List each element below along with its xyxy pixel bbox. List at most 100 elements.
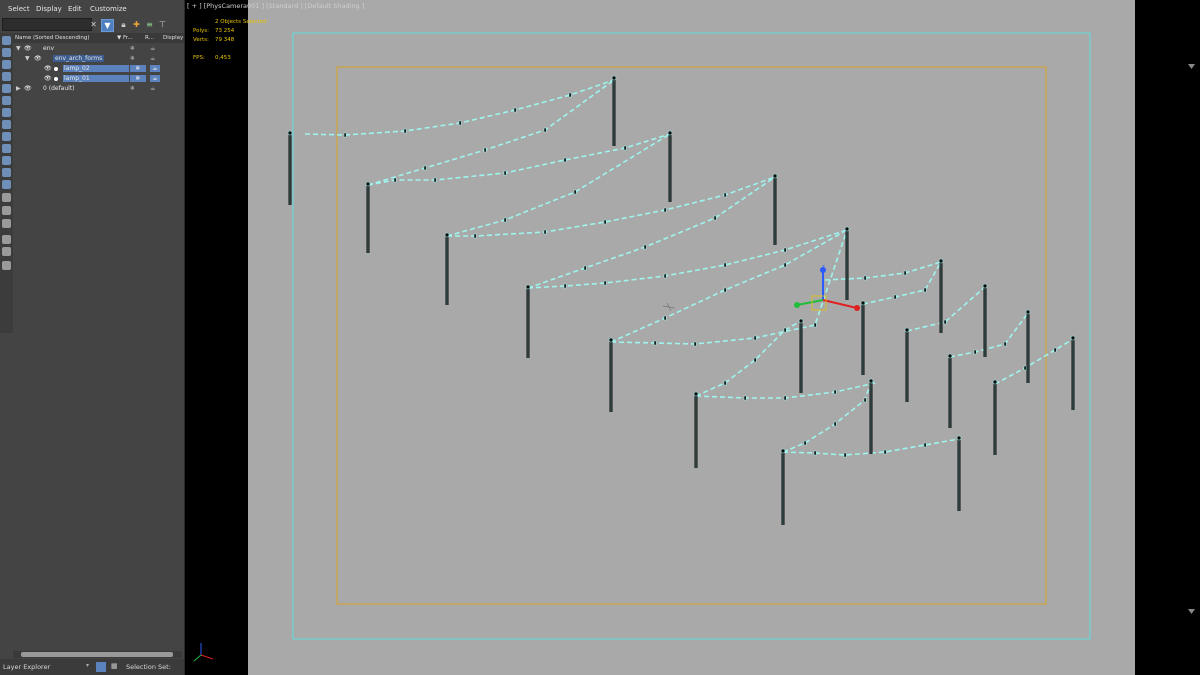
expand-arrow-icon[interactable]: ▼	[16, 45, 21, 52]
lights-icon[interactable]	[2, 72, 11, 81]
teapot-icon[interactable]: ☕︎	[150, 75, 160, 82]
spacewarps-icon[interactable]	[2, 108, 11, 117]
lamp-bulb	[723, 380, 727, 386]
snowflake-icon[interactable]: ❄	[130, 55, 135, 62]
snowflake-icon[interactable]: ❄	[130, 65, 146, 72]
teapot-icon[interactable]: ☕︎	[150, 65, 160, 72]
lamp-bulb	[843, 452, 847, 458]
helpers-icon[interactable]	[2, 96, 11, 105]
pole-cap	[947, 353, 953, 359]
layers-icon[interactable]: ≡	[144, 19, 155, 30]
lamp-bulb	[623, 145, 627, 151]
panel-icon[interactable]	[2, 261, 11, 270]
eye-icon[interactable]: 👁︎	[44, 75, 52, 82]
column-display[interactable]: Display	[163, 35, 183, 41]
scrollbar-thumb[interactable]	[21, 652, 173, 657]
search-input[interactable]	[2, 18, 92, 31]
teapot-icon[interactable]: ☕︎	[150, 55, 155, 62]
lamp-bulb	[503, 170, 507, 176]
lamp-bulb	[343, 132, 347, 138]
lock-icon[interactable]: 🔒︎	[118, 19, 129, 30]
expand-arrow-icon[interactable]: ▶	[16, 85, 21, 92]
invert-icon[interactable]	[2, 219, 11, 228]
eye-icon[interactable]: 👁︎	[34, 55, 42, 62]
tree-row-default[interactable]: ▶ 👁︎ 0 (default) ❄ ☕︎	[13, 84, 184, 94]
tree-row-lamp-02[interactable]: 👁︎ lamp_02 ❄ ☕︎	[13, 64, 184, 74]
filter-tool-icon[interactable]	[2, 235, 11, 244]
teapot-icon[interactable]: ☕︎	[150, 85, 155, 92]
containers-icon[interactable]	[2, 156, 11, 165]
lamp-bulb	[603, 280, 607, 286]
snowflake-icon[interactable]: ❄	[130, 85, 135, 92]
lamp-bulb	[723, 287, 727, 293]
hidden-icon[interactable]	[2, 180, 11, 189]
column-name[interactable]: Name (Sorted Descending)	[15, 35, 90, 41]
column-header: Name (Sorted Descending) ▼ Fr... R... Di…	[13, 33, 184, 43]
lamp-bulb	[563, 283, 567, 289]
column-render[interactable]: R...	[145, 35, 154, 41]
expand-arrow-icon[interactable]: ▼	[25, 55, 30, 62]
pole-cap	[868, 378, 874, 384]
close-icon[interactable]: ✕	[88, 19, 99, 30]
layer-explorer-label[interactable]: Layer Explorer	[3, 663, 50, 671]
teapot-icon[interactable]: ☕︎	[150, 45, 155, 52]
xrefs-icon[interactable]	[2, 132, 11, 141]
eye-icon[interactable]: 👁︎	[24, 85, 32, 92]
snowflake-icon[interactable]: ❄	[130, 75, 146, 82]
snowflake-icon[interactable]: ❄	[130, 45, 135, 52]
layer-explorer-panel: Select Display Edit Customize ✕ ▼ 🔒︎ ✚ ≡…	[0, 0, 185, 675]
layer-toggle-icon[interactable]	[96, 662, 106, 672]
cameras-icon[interactable]	[2, 84, 11, 93]
bones-icon[interactable]	[2, 144, 11, 153]
lamp-bulb	[813, 450, 817, 456]
lamp-bulb	[483, 147, 487, 153]
tree-row-lamp-01[interactable]: 👁︎ lamp_01 ❄ ☕︎	[13, 74, 184, 84]
tree-row-env[interactable]: ▼ 👁︎ env ❄ ☕︎	[13, 44, 184, 54]
funnel-icon[interactable]	[2, 247, 11, 256]
select-all-icon[interactable]	[2, 36, 11, 45]
menu-bar: Select Display Edit Customize	[0, 0, 184, 17]
pole-cap	[287, 130, 293, 136]
lamp-bulb	[803, 440, 807, 446]
geometry-icon[interactable]	[2, 48, 11, 57]
lamp-string	[446, 133, 671, 237]
transform-gizmo[interactable]: z	[794, 264, 860, 311]
pole-cap	[992, 379, 998, 385]
frozen-icon[interactable]	[2, 168, 11, 177]
lamp-bulb	[923, 287, 927, 293]
horizontal-scrollbar[interactable]	[13, 651, 182, 658]
lamp-bulb	[663, 273, 667, 279]
pole-cap	[844, 226, 850, 232]
groups-icon[interactable]	[2, 120, 11, 129]
lamp-string	[994, 338, 1074, 385]
selection-set-icon[interactable]: ▦	[111, 662, 118, 670]
menu-customize[interactable]: Customize	[90, 5, 127, 13]
filter-icon[interactable]: ▼	[101, 19, 114, 32]
lamp-bulb	[563, 157, 567, 163]
pole-cap	[780, 448, 786, 454]
display-none-icon[interactable]	[2, 206, 11, 215]
safe-frame-outer	[292, 32, 1091, 640]
pole-cap	[938, 258, 944, 264]
menu-edit[interactable]: Edit	[68, 5, 82, 13]
viewport[interactable]: [ + ] [PhysCamera001 ] [Standard ] [Defa…	[185, 0, 1200, 675]
eye-icon[interactable]: 👁︎	[24, 45, 32, 52]
lamp-bulb	[863, 275, 867, 281]
eye-icon[interactable]: 👁︎	[44, 65, 52, 72]
lamp-bulb	[723, 192, 727, 198]
dropdown-icon[interactable]: ▾	[86, 662, 89, 669]
pole-cap	[667, 130, 673, 136]
axis-tripod-icon	[193, 643, 214, 662]
tree-label: env_arch_forms	[53, 55, 105, 62]
menu-display[interactable]: Display	[36, 5, 62, 13]
shapes-icon[interactable]	[2, 60, 11, 69]
tree-row-env-arch-forms[interactable]: ▼ 👁︎ env_arch_forms ❄ ☕︎	[13, 54, 184, 64]
menu-select[interactable]: Select	[8, 5, 30, 13]
lamp-bulb	[403, 128, 407, 134]
display-all-icon[interactable]	[2, 193, 11, 202]
lamp-bulb	[693, 341, 697, 347]
lamp-bulb	[473, 233, 477, 239]
column-frozen[interactable]: ▼ Fr...	[117, 35, 133, 41]
hierarchy-icon[interactable]: ⊤	[157, 19, 168, 30]
layer-add-icon[interactable]: ✚	[131, 19, 142, 30]
